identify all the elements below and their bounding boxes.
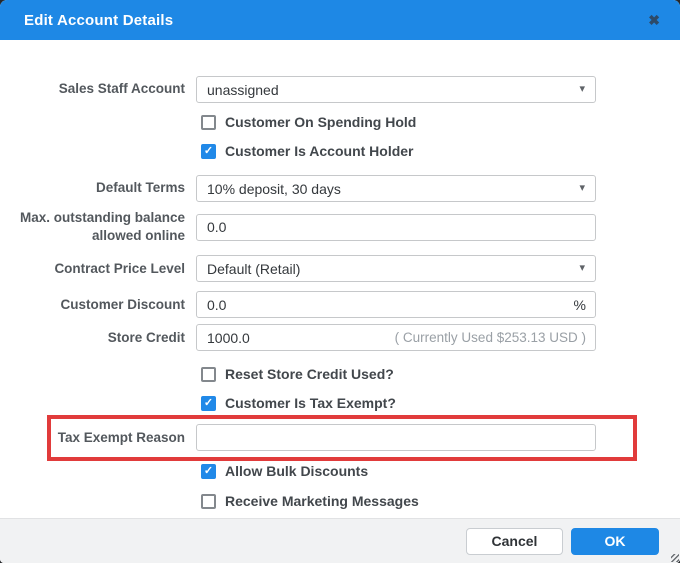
dialog-title: Edit Account Details (24, 11, 174, 29)
default-terms-row: Default Terms 10% deposit, 30 days ▾ (0, 175, 680, 202)
spending-hold-label: Customer On Spending Hold (225, 114, 417, 130)
chevron-down-icon: ▾ (579, 262, 585, 275)
account-holder-checkbox[interactable]: ✓ (201, 143, 216, 159)
tax-exempt-checkbox[interactable]: ✓ (201, 395, 216, 411)
tax-exempt-reason-input[interactable] (196, 424, 596, 452)
dialog-body: Sales Staff Account unassigned ▾ Custome… (0, 40, 680, 509)
contract-price-select[interactable]: Default (Retail) ▾ (196, 255, 596, 283)
sales-staff-account-label: Sales Staff Account (58, 81, 185, 97)
tax-exempt-label: Customer Is Tax Exempt? (225, 395, 396, 412)
marketing-messages-checkbox[interactable] (201, 493, 216, 509)
sales-staff-account-row: Sales Staff Account unassigned ▾ (0, 76, 680, 103)
max-outstanding-input[interactable] (196, 213, 596, 241)
chevron-down-icon: ▾ (579, 182, 585, 194)
sales-staff-account-select[interactable]: unassigned ▾ (196, 76, 596, 103)
ok-button[interactable]: OK (571, 527, 659, 555)
checkmark-icon: ✓ (203, 464, 214, 477)
store-credit-input[interactable] (196, 324, 596, 352)
dialog-header: Edit Account Details ✖ (0, 0, 680, 40)
dialog-footer: Cancel OK (0, 518, 680, 563)
contract-price-value: Default (Retail) (207, 260, 301, 277)
spending-hold-checkbox[interactable] (201, 114, 216, 130)
customer-discount-label: Customer Discount (60, 296, 185, 312)
customer-discount-row: Customer Discount % (0, 291, 680, 319)
contract-price-label: Contract Price Level (54, 260, 185, 276)
sales-staff-account-value: unassigned (207, 81, 279, 98)
checkmark-icon: ✓ (203, 144, 214, 157)
account-holder-row: ✓ Customer Is Account Holder (0, 143, 680, 159)
chevron-down-icon: ▾ (579, 83, 585, 95)
bulk-discounts-row: ✓ Allow Bulk Discounts (0, 463, 680, 479)
tax-exempt-row: ✓ Customer Is Tax Exempt? (0, 395, 680, 411)
store-credit-row: Store Credit ( Currently Used $253.13 US… (0, 324, 680, 352)
edit-account-details-dialog: Edit Account Details ✖ Sales Staff Accou… (0, 0, 680, 563)
reset-store-credit-row: Reset Store Credit Used? (0, 366, 680, 382)
max-outstanding-row: Max. outstanding balance allowed online (0, 209, 680, 245)
account-holder-label: Customer Is Account Holder (225, 143, 414, 159)
marketing-messages-row: Receive Marketing Messages (0, 493, 680, 509)
default-terms-value: 10% deposit, 30 days (207, 180, 341, 197)
tax-exempt-reason-row: Tax Exempt Reason (0, 415, 680, 462)
customer-discount-input[interactable] (196, 291, 596, 319)
max-outstanding-label: Max. outstanding balance allowed online (19, 210, 185, 244)
checkmark-icon: ✓ (203, 396, 214, 409)
reset-store-credit-checkbox[interactable] (201, 366, 216, 382)
spending-hold-row: Customer On Spending Hold (0, 114, 680, 130)
resize-handle[interactable] (671, 554, 679, 562)
default-terms-label: Default Terms (95, 180, 185, 196)
store-credit-label: Store Credit (107, 329, 185, 345)
bulk-discounts-checkbox[interactable]: ✓ (201, 463, 216, 479)
close-icon[interactable]: ✖ (648, 13, 660, 27)
cancel-button[interactable]: Cancel (466, 527, 563, 555)
default-terms-select[interactable]: 10% deposit, 30 days ▾ (196, 175, 596, 202)
marketing-messages-label: Receive Marketing Messages (225, 493, 419, 510)
bulk-discounts-label: Allow Bulk Discounts (225, 463, 369, 480)
reset-store-credit-label: Reset Store Credit Used? (225, 366, 394, 383)
tax-exempt-reason-label: Tax Exempt Reason (57, 429, 185, 445)
contract-price-row: Contract Price Level Default (Retail) ▾ (0, 255, 680, 283)
